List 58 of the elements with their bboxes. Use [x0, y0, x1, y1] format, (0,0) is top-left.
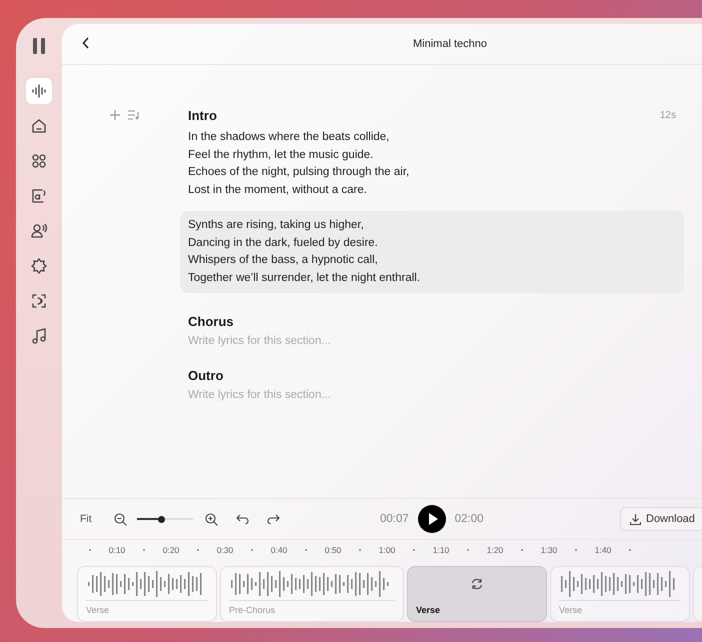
timeline-label: 0:20: [165, 545, 177, 555]
grid-icon: [30, 152, 48, 170]
undo-icon[interactable]: [236, 514, 249, 524]
track-clip[interactable]: Verse: [407, 566, 547, 622]
zoom-out-icon[interactable]: [114, 512, 127, 526]
track-clip[interactable]: Verse: [77, 566, 217, 622]
plus-icon[interactable]: [110, 110, 120, 120]
lyric-line: Feel the rhythm, let the music guide.: [188, 148, 374, 162]
fit-button[interactable]: Fit: [80, 513, 92, 525]
speech-icon: [30, 187, 48, 205]
download-icon: [630, 514, 641, 524]
timeline-label: 0:40: [273, 545, 285, 555]
redo-icon[interactable]: [266, 514, 280, 524]
lyric-line: Dancing in the dark, fueled by desire.: [188, 236, 379, 250]
waveform-icon: [30, 82, 48, 100]
voice-icon: [30, 222, 48, 240]
lyric-line: Echoes of the night, pulsing through the air,: [188, 165, 410, 180]
play-button[interactable]: [418, 505, 446, 533]
timeline-label: 0:50: [327, 545, 339, 555]
lyric-line: Lost in the moment, without a care.: [188, 182, 368, 198]
wave-nav-button[interactable]: [26, 78, 52, 104]
section-title: Outro: [188, 368, 224, 382]
pause-icon: [33, 38, 45, 54]
current-time: 00:07: [380, 513, 409, 525]
timeline-label: 1:10: [435, 545, 447, 555]
timeline-label: 0:30: [219, 545, 231, 555]
clip-label: Verse: [416, 605, 442, 615]
download-button[interactable]: Download: [620, 507, 702, 531]
lyric-line: Together we’ll surrender, let the night enthrall.: [188, 270, 422, 286]
scan-icon: [30, 292, 48, 310]
song-title: Minimal techno: [412, 38, 488, 50]
loop-icon[interactable]: [471, 578, 483, 590]
lyrics-list-icon[interactable]: [128, 110, 140, 120]
clip-label: Verse: [559, 605, 584, 615]
gear-icon: [30, 257, 48, 275]
clip-label: Pre-Chorus: [229, 605, 276, 615]
timeline-label: 1:20: [489, 545, 501, 555]
total-time: 02:00: [454, 513, 484, 525]
lyrics-placeholder[interactable]: Write lyrics for this section...: [188, 389, 676, 401]
section-title: Chorus: [188, 314, 234, 328]
section-duration: 12s: [660, 110, 676, 120]
track-clip[interactable]: Verse: [550, 566, 690, 622]
timeline-label: 1:40: [597, 545, 609, 555]
clip-label: Verse: [86, 605, 110, 615]
chevron-left-icon: [82, 36, 90, 48]
zoom-in-icon[interactable]: [204, 512, 218, 526]
home-icon: [30, 117, 48, 135]
lyric-line: Synths are rising, taking us higher,: [188, 218, 365, 233]
timeline-label: 1:30: [543, 545, 555, 555]
section-title: Intro: [188, 108, 217, 122]
play-icon: [428, 513, 438, 525]
timeline-label: 1:00: [381, 545, 393, 555]
lyric-line: Whispers of the bass, a hypnotic call,: [188, 253, 379, 268]
lyric-line: In the shadows where the beats collide,: [188, 130, 390, 145]
track-clip[interactable]: Pre-Chorus: [220, 566, 404, 622]
lyrics-placeholder[interactable]: Write lyrics for this section...: [188, 335, 676, 347]
music-note-icon: [30, 327, 48, 345]
timeline-label: 0:10: [111, 545, 123, 555]
